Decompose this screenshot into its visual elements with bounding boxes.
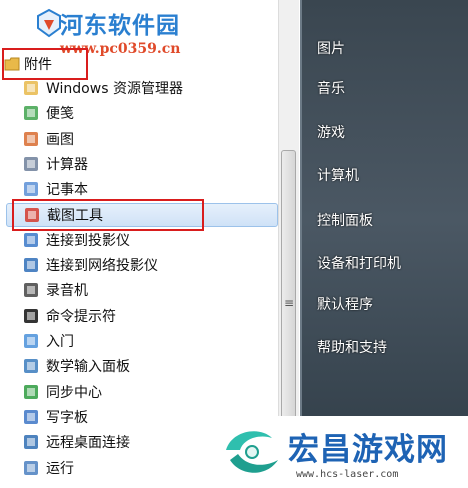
program-item-label: 命令提示符 [46, 308, 116, 325]
right-panel-item[interactable]: 默认程序 [317, 294, 373, 314]
watermark-logo-icon [37, 8, 61, 38]
program-item-notepad[interactable]: 记事本 [6, 177, 278, 201]
program-item-sticky-notes[interactable]: 便笺 [6, 101, 278, 125]
program-item-getting-started[interactable]: 入门 [6, 329, 278, 353]
paint-icon [24, 131, 38, 146]
right-panel-item[interactable]: 图片 [317, 38, 345, 58]
calculator-icon [24, 156, 38, 171]
program-item-network-projector[interactable]: 连接到网络投影仪 [6, 253, 278, 277]
right-panel-item[interactable]: 计算机 [317, 165, 359, 185]
program-item-math-input[interactable]: 数学输入面板 [6, 354, 278, 378]
program-item-label: Windows 资源管理器 [46, 81, 183, 97]
program-item-label: 便笺 [46, 106, 74, 123]
program-item-label: 录音机 [46, 283, 88, 300]
scroll-grip-icon: ≡ [284, 296, 295, 310]
program-item-sound-recorder[interactable]: 录音机 [6, 278, 278, 302]
program-item-label: 入门 [46, 334, 74, 350]
program-item-label: 同步中心 [46, 384, 102, 401]
program-item-label: 连接到投影仪 [46, 232, 130, 249]
watermark-bottom-url: www.hcs-laser.com [296, 469, 399, 480]
program-item-label: 画图 [46, 131, 74, 148]
program-item-label: 计算器 [46, 156, 88, 173]
program-item-label: 数学输入面板 [46, 359, 130, 376]
right-panel-item[interactable]: 音乐 [317, 78, 345, 98]
program-item-label: 记事本 [46, 182, 88, 199]
watermark-top-title: 河东软件园 [60, 13, 180, 39]
watermark-bottom-title: 宏昌游戏网 [288, 432, 448, 468]
program-item-command-prompt[interactable]: 命令提示符 [6, 304, 278, 328]
watermark-bottom: 宏昌游戏网 www.hcs-laser.com [214, 416, 468, 488]
getting-started-icon [24, 334, 38, 348]
notepad-icon [24, 182, 38, 197]
sound-recorder-icon [24, 283, 38, 298]
right-panel-item[interactable]: 游戏 [317, 122, 345, 142]
watermark-bottom-logo-icon [226, 431, 278, 473]
command-prompt-icon [24, 308, 38, 323]
snipping-tool-highlight-box [12, 199, 204, 231]
program-item-label: 连接到网络投影仪 [46, 258, 158, 275]
wordpad-icon [24, 409, 38, 424]
program-item-label: 写字板 [46, 409, 88, 426]
sticky-notes-icon [24, 106, 38, 121]
program-item-label: 运行 [46, 460, 74, 477]
right-panel-item[interactable]: 设备和打印机 [317, 253, 401, 273]
program-item-label: 远程桌面连接 [46, 435, 130, 452]
math-input-icon [24, 359, 38, 374]
sync-center-icon [24, 384, 38, 399]
program-item-projector[interactable]: 连接到投影仪 [6, 228, 278, 252]
explorer-icon [24, 81, 38, 95]
right-panel-item[interactable]: 控制面板 [317, 210, 373, 230]
program-item-calculator[interactable]: 计算器 [6, 152, 278, 176]
start-menu-programs-pane: 河东软件园 www.pc0359.cn 附件 Windows 资源管理器 便笺 画图… [0, 0, 300, 488]
remote-desktop-icon [24, 435, 38, 450]
start-menu-right-panel: 图片音乐游戏计算机控制面板设备和打印机 默认程序帮助和支持 [300, 0, 468, 488]
right-panel-item[interactable]: 帮助和支持 [317, 337, 387, 357]
projector-icon [24, 232, 38, 247]
network-projector-icon [24, 258, 38, 273]
program-item-explorer[interactable]: Windows 资源管理器 [6, 76, 278, 100]
program-item-paint[interactable]: 画图 [6, 127, 278, 151]
program-item-sync-center[interactable]: 同步中心 [6, 380, 278, 404]
run-icon [24, 460, 38, 475]
